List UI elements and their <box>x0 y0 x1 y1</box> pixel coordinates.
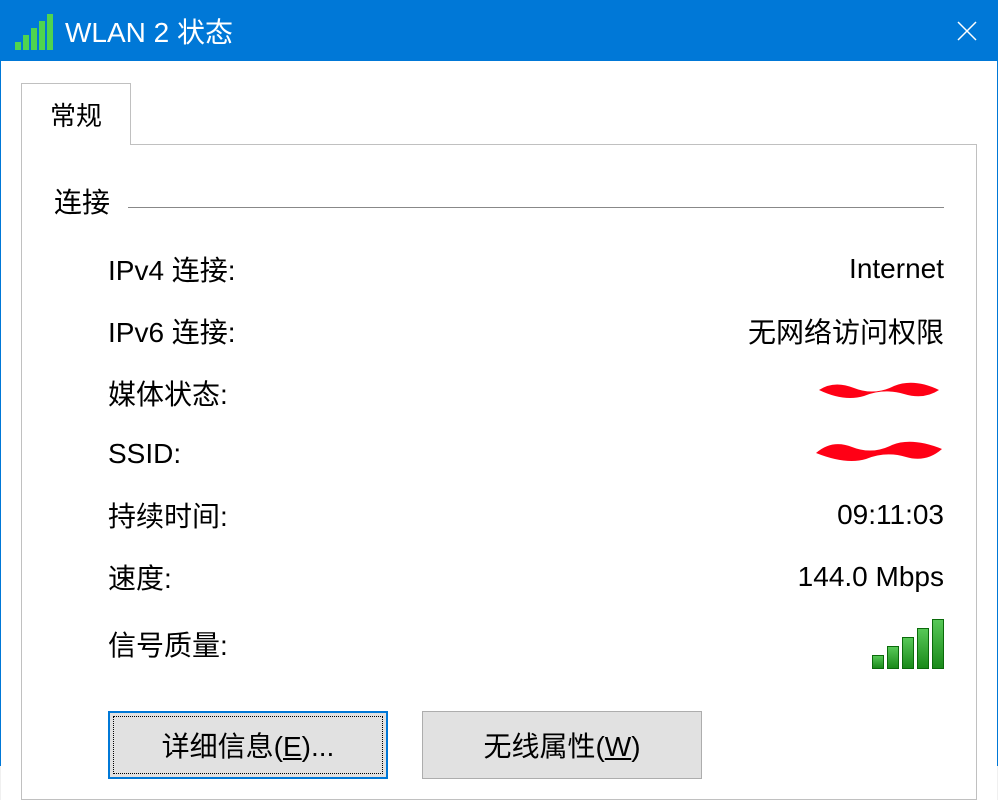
redacted-mark <box>814 437 944 465</box>
row-media-state: 媒体状态: <box>54 373 944 413</box>
titlebar: WLAN 2 状态 <box>1 1 997 61</box>
section-connection-label: 连接 <box>54 181 110 221</box>
ipv6-label: IPv6 连接: <box>108 311 236 351</box>
section-divider <box>128 207 944 208</box>
tab-row: 常规 <box>21 91 977 145</box>
signal-bars-icon <box>872 619 944 669</box>
titlebar-title: WLAN 2 状态 <box>65 11 937 51</box>
row-signal-quality: 信号质量: <box>54 619 944 669</box>
ipv6-value: 无网络访问权限 <box>748 311 944 351</box>
tab-general[interactable]: 常规 <box>21 83 131 145</box>
wlan-status-dialog: WLAN 2 状态 常规 连接 IPv4 连接: Internet IPv6 连… <box>0 0 998 766</box>
signal-quality-value <box>872 619 944 669</box>
speed-value: 144.0 Mbps <box>798 561 944 593</box>
tab-body: 连接 IPv4 连接: Internet IPv6 连接: 无网络访问权限 媒体… <box>21 145 977 800</box>
ipv4-label: IPv4 连接: <box>108 249 236 289</box>
details-button[interactable]: 详细信息(E)... <box>108 711 388 779</box>
media-state-value <box>814 376 944 411</box>
media-state-label: 媒体状态: <box>108 373 228 413</box>
close-icon <box>955 19 979 43</box>
ipv4-value: Internet <box>849 253 944 285</box>
close-button[interactable] <box>937 1 997 61</box>
redacted-mark <box>814 376 944 404</box>
row-ssid: SSID: <box>54 435 944 473</box>
row-duration: 持续时间: 09:11:03 <box>54 495 944 535</box>
speed-label: 速度: <box>108 557 172 597</box>
row-ipv4: IPv4 连接: Internet <box>54 249 944 289</box>
ssid-value <box>814 437 944 472</box>
signal-quality-label: 信号质量: <box>108 624 228 664</box>
content-area: 常规 连接 IPv4 连接: Internet IPv6 连接: 无网络访问权限… <box>1 61 997 800</box>
ssid-label: SSID: <box>108 438 181 470</box>
section-connection-header: 连接 <box>54 181 944 221</box>
duration-value: 09:11:03 <box>837 499 944 531</box>
wireless-properties-button[interactable]: 无线属性(W) <box>422 711 702 779</box>
signal-icon <box>15 12 53 50</box>
row-speed: 速度: 144.0 Mbps <box>54 557 944 597</box>
duration-label: 持续时间: <box>108 495 228 535</box>
row-ipv6: IPv6 连接: 无网络访问权限 <box>54 311 944 351</box>
